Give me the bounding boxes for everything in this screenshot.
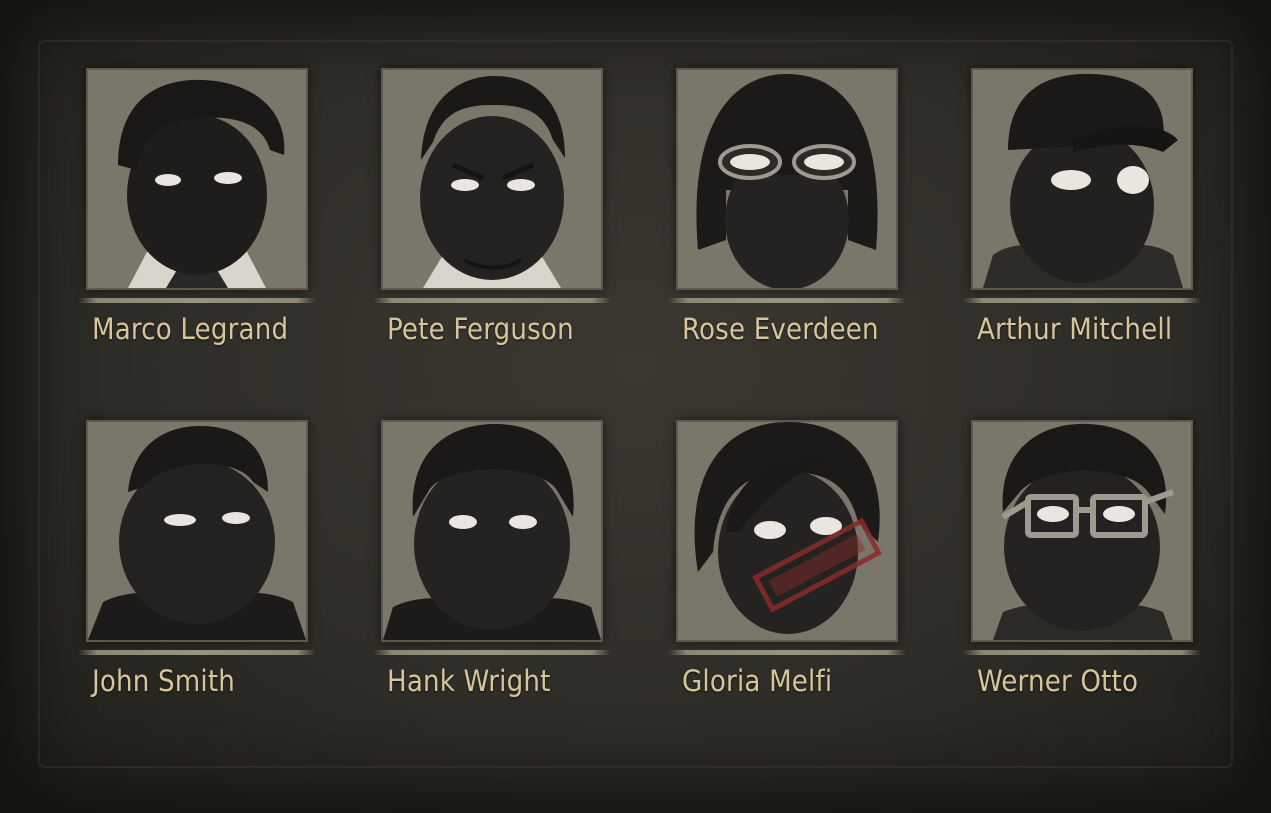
suspect-card-werner-otto[interactable]: Werner Otto — [963, 418, 1203, 718]
divider — [373, 298, 611, 303]
suspect-grid: Marco Legrand Pete Ferguson Rose Everdee… — [78, 66, 1208, 726]
suspect-portrait-icon — [678, 70, 896, 288]
suspect-portrait-icon — [383, 422, 601, 640]
divider — [668, 650, 906, 655]
suspect-name: Gloria Melfi — [682, 664, 833, 698]
suspect-card-rose-everdeen[interactable]: Rose Everdeen — [668, 66, 908, 366]
suspect-card-hank-wright[interactable]: Hank Wright — [373, 418, 613, 718]
suspect-name: Pete Ferguson — [387, 312, 574, 346]
divider — [963, 650, 1201, 655]
divider — [668, 298, 906, 303]
suspect-board: Marco Legrand Pete Ferguson Rose Everdee… — [0, 0, 1271, 813]
suspect-card-marco-legrand[interactable]: Marco Legrand — [78, 66, 318, 366]
suspect-portrait-icon — [88, 70, 306, 288]
suspect-portrait-icon — [383, 70, 601, 288]
divider — [963, 298, 1201, 303]
suspect-name: Arthur Mitchell — [977, 312, 1173, 346]
suspect-card-arthur-mitchell[interactable]: Arthur Mitchell — [963, 66, 1203, 366]
suspect-card-gloria-melfi[interactable]: Gloria Melfi — [668, 418, 908, 718]
divider — [373, 650, 611, 655]
suspect-name: Hank Wright — [387, 664, 551, 698]
suspect-portrait-icon — [678, 422, 896, 640]
suspect-card-pete-ferguson[interactable]: Pete Ferguson — [373, 66, 613, 366]
suspect-name: Marco Legrand — [92, 312, 289, 346]
suspect-name: John Smith — [92, 664, 236, 698]
suspect-portrait-icon — [973, 422, 1191, 640]
suspect-name: Rose Everdeen — [682, 312, 879, 346]
suspect-card-john-smith[interactable]: John Smith — [78, 418, 318, 718]
suspect-portrait-icon — [88, 422, 306, 640]
divider — [78, 298, 316, 303]
suspect-portrait-icon — [973, 70, 1191, 288]
suspect-name: Werner Otto — [977, 664, 1139, 698]
divider — [78, 650, 316, 655]
